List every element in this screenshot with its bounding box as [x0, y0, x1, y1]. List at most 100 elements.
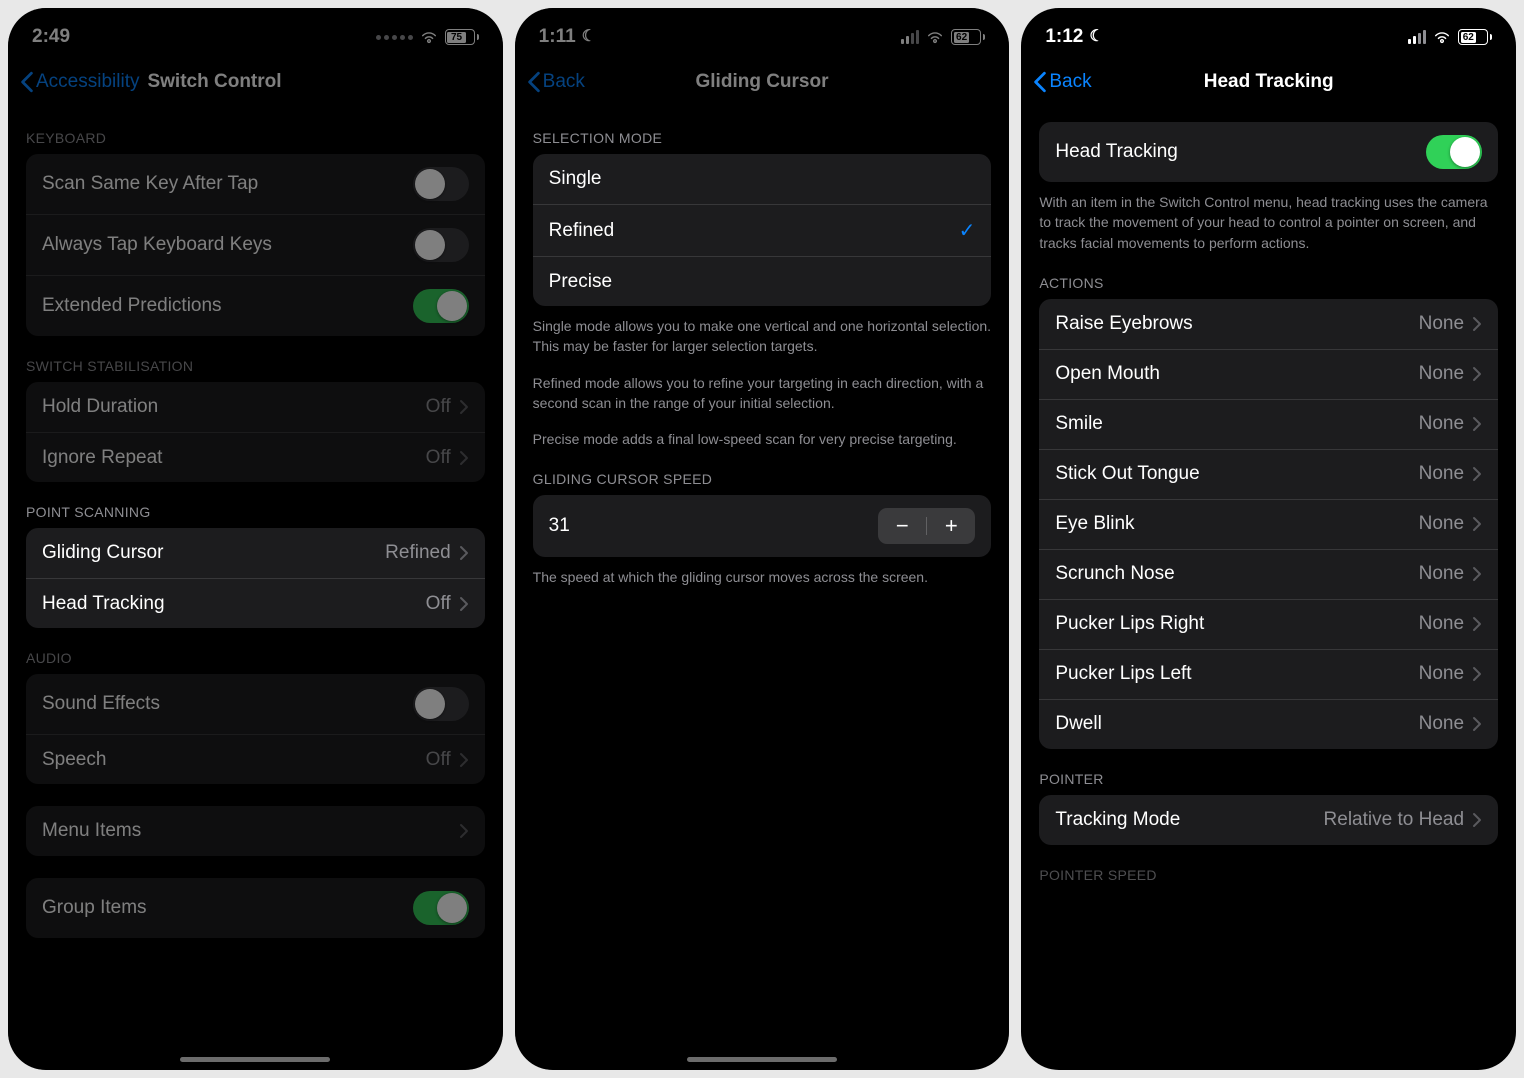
- checkmark-icon: ✓: [959, 218, 976, 243]
- group-selection-mode: Single Refined ✓ Precise: [533, 154, 992, 306]
- group-audio: Sound Effects Speech Off: [26, 674, 485, 784]
- speed-stepper: − +: [878, 508, 975, 544]
- stepper-minus-button[interactable]: −: [878, 508, 926, 544]
- row-menu-items[interactable]: Menu Items: [26, 806, 485, 856]
- stepper-plus-button[interactable]: +: [927, 508, 975, 544]
- dnd-moon-icon: ☾: [1089, 29, 1103, 45]
- toggle-head-tracking[interactable]: [1426, 135, 1482, 169]
- row-gliding-cursor[interactable]: Gliding Cursor Refined: [26, 528, 485, 578]
- signal-bars-icon: [1408, 30, 1426, 44]
- group-menu-items: Menu Items: [26, 806, 485, 856]
- group-head-tracking-toggle: Head Tracking: [1039, 122, 1498, 182]
- chevron-right-icon: [459, 752, 469, 768]
- wifi-icon: [420, 30, 438, 44]
- toggle-group-items[interactable]: [413, 891, 469, 925]
- group-switch-stabilisation: Hold Duration Off Ignore Repeat Off: [26, 382, 485, 482]
- row-tracking-mode[interactable]: Tracking Mode Relative to Head: [1039, 795, 1498, 845]
- row-ignore-repeat[interactable]: Ignore Repeat Off: [26, 432, 485, 482]
- chevron-right-icon: [459, 545, 469, 561]
- phone-switch-control: 2:49 75 Accessibility Switch Control KEY…: [8, 8, 503, 1070]
- nav-title: Head Tracking: [1021, 71, 1516, 93]
- footer-refined: Refined mode allows you to refine your t…: [515, 357, 1010, 414]
- nav-title: Switch Control: [147, 71, 281, 93]
- row-raise-eyebrows[interactable]: Raise EyebrowsNone: [1039, 299, 1498, 349]
- group-pointer: Tracking Mode Relative to Head: [1039, 795, 1498, 845]
- group-speed: 31 − +: [533, 495, 992, 557]
- toggle-scan-same-key[interactable]: [413, 167, 469, 201]
- row-pucker-lips-left[interactable]: Pucker Lips LeftNone: [1039, 649, 1498, 699]
- status-time: 2:49: [32, 26, 70, 48]
- footer-precise: Precise mode adds a final low-speed scan…: [515, 413, 1010, 449]
- row-scrunch-nose[interactable]: Scrunch NoseNone: [1039, 549, 1498, 599]
- option-precise[interactable]: Precise: [533, 256, 992, 306]
- group-point-scanning: Gliding Cursor Refined Head Tracking Off: [26, 528, 485, 628]
- section-header-actions: ACTIONS: [1021, 253, 1516, 299]
- battery-indicator: 62: [1458, 29, 1492, 45]
- toggle-sound-effects[interactable]: [413, 687, 469, 721]
- section-header-point-scanning: POINT SCANNING: [8, 482, 503, 528]
- row-head-tracking[interactable]: Head Tracking Off: [26, 578, 485, 628]
- speed-value: 31: [549, 515, 570, 537]
- row-group-items[interactable]: Group Items: [26, 878, 485, 938]
- row-sound-effects[interactable]: Sound Effects: [26, 674, 485, 734]
- section-header-audio: AUDIO: [8, 628, 503, 674]
- row-smile[interactable]: SmileNone: [1039, 399, 1498, 449]
- nav-bar: Accessibility Switch Control: [8, 56, 503, 108]
- section-header-pointer: POINTER: [1021, 749, 1516, 795]
- row-dwell[interactable]: DwellNone: [1039, 699, 1498, 749]
- phone-gliding-cursor: 1:11 ☾ 62 Back Gliding Cursor SELECTION …: [515, 8, 1010, 1070]
- row-extended-predictions[interactable]: Extended Predictions: [26, 275, 485, 336]
- chevron-right-icon: [1472, 566, 1482, 582]
- phone-head-tracking: 1:12 ☾ 62 Back Head Tracking Head Tracki…: [1021, 8, 1516, 1070]
- status-bar: 1:12 ☾ 62: [1021, 8, 1516, 56]
- chevron-right-icon: [1472, 466, 1482, 482]
- status-bar: 1:11 ☾ 62: [515, 8, 1010, 56]
- nav-back-button[interactable]: Accessibility: [20, 71, 139, 93]
- home-indicator[interactable]: [180, 1057, 330, 1062]
- footer-single: Single mode allows you to make one verti…: [515, 306, 1010, 357]
- dnd-moon-icon: ☾: [582, 29, 596, 45]
- nav-back-button[interactable]: Back: [527, 71, 585, 93]
- battery-indicator: 75: [445, 29, 479, 45]
- battery-level: 75: [447, 32, 466, 43]
- toggle-always-tap[interactable]: [413, 228, 469, 262]
- row-speed-stepper: 31 − +: [533, 495, 992, 557]
- status-bar: 2:49 75: [8, 8, 503, 56]
- chevron-right-icon: [1472, 616, 1482, 632]
- option-single[interactable]: Single: [533, 154, 992, 204]
- battery-level: 62: [1461, 32, 1477, 43]
- chevron-right-icon: [1472, 316, 1482, 332]
- battery-indicator: 62: [951, 29, 985, 45]
- nav-back-button[interactable]: Back: [1033, 71, 1091, 93]
- group-group-items: Group Items: [26, 878, 485, 938]
- section-header-switch-stabilisation: SWITCH STABILISATION: [8, 336, 503, 382]
- row-speech[interactable]: Speech Off: [26, 734, 485, 784]
- chevron-right-icon: [459, 399, 469, 415]
- row-stick-out-tongue[interactable]: Stick Out TongueNone: [1039, 449, 1498, 499]
- chevron-right-icon: [1472, 812, 1482, 828]
- chevron-right-icon: [1472, 416, 1482, 432]
- nav-title: Gliding Cursor: [515, 71, 1010, 93]
- row-pucker-lips-right[interactable]: Pucker Lips RightNone: [1039, 599, 1498, 649]
- section-header-pointer-speed: POINTER SPEED: [1021, 845, 1516, 891]
- footer-speed: The speed at which the gliding cursor mo…: [515, 557, 1010, 587]
- chevron-right-icon: [1472, 366, 1482, 382]
- row-hold-duration[interactable]: Hold Duration Off: [26, 382, 485, 432]
- row-always-tap[interactable]: Always Tap Keyboard Keys: [26, 214, 485, 275]
- chevron-right-icon: [459, 450, 469, 466]
- signal-dots-icon: [376, 35, 413, 40]
- nav-back-label: Accessibility: [36, 71, 139, 93]
- group-keyboard: Scan Same Key After Tap Always Tap Keybo…: [26, 154, 485, 336]
- row-head-tracking-toggle[interactable]: Head Tracking: [1039, 122, 1498, 182]
- toggle-extended-predictions[interactable]: [413, 289, 469, 323]
- section-header-speed: GLIDING CURSOR SPEED: [515, 449, 1010, 495]
- chevron-right-icon: [1472, 666, 1482, 682]
- nav-bar: Back Gliding Cursor: [515, 56, 1010, 108]
- option-refined[interactable]: Refined ✓: [533, 204, 992, 256]
- row-scan-same-key[interactable]: Scan Same Key After Tap: [26, 154, 485, 214]
- battery-level: 62: [954, 32, 970, 43]
- row-eye-blink[interactable]: Eye BlinkNone: [1039, 499, 1498, 549]
- wifi-icon: [1433, 30, 1451, 44]
- row-open-mouth[interactable]: Open MouthNone: [1039, 349, 1498, 399]
- group-actions: Raise EyebrowsNone Open MouthNone SmileN…: [1039, 299, 1498, 749]
